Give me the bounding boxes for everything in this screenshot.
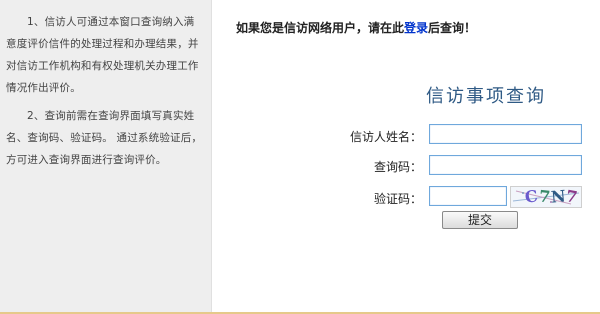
captcha-char: C (523, 186, 539, 207)
instructions-panel: 1、信访人可通过本窗口查询纳入满意度评价信件的处理过程和办理结果，并对信访工作机… (0, 0, 212, 312)
form-title: 信访事项查询 (426, 86, 546, 107)
query-code-label: 查询码： (373, 160, 422, 174)
login-prompt: 如果您是信访网络用户，请在此登录后查询！ (236, 19, 476, 36)
query-code-input[interactable] (429, 155, 582, 175)
instruction-note-2: 2、查询前需在查询界面填写真实姓名、查询码、验证码。 通过系统验证后，方可进入查… (6, 110, 203, 166)
instruction-note-1: 1、信访人可通过本窗口查询纳入满意度评价信件的处理过程和办理结果，并对信访工作机… (6, 16, 199, 94)
login-prompt-prefix: 如果您是信访网络用户，请在此 (236, 21, 405, 35)
captcha-image[interactable]: C 7 N 7 (510, 186, 582, 208)
submit-button[interactable]: 提交 (442, 211, 518, 229)
name-input[interactable] (429, 124, 582, 144)
name-label: 信访人姓名： (349, 130, 422, 144)
verify-code-input[interactable] (429, 186, 507, 206)
captcha-char: 7 (538, 186, 552, 207)
login-link[interactable]: 登录 (404, 21, 428, 35)
login-prompt-suffix: 后查询！ (428, 21, 477, 35)
verify-code-label: 验证码： (373, 192, 422, 206)
